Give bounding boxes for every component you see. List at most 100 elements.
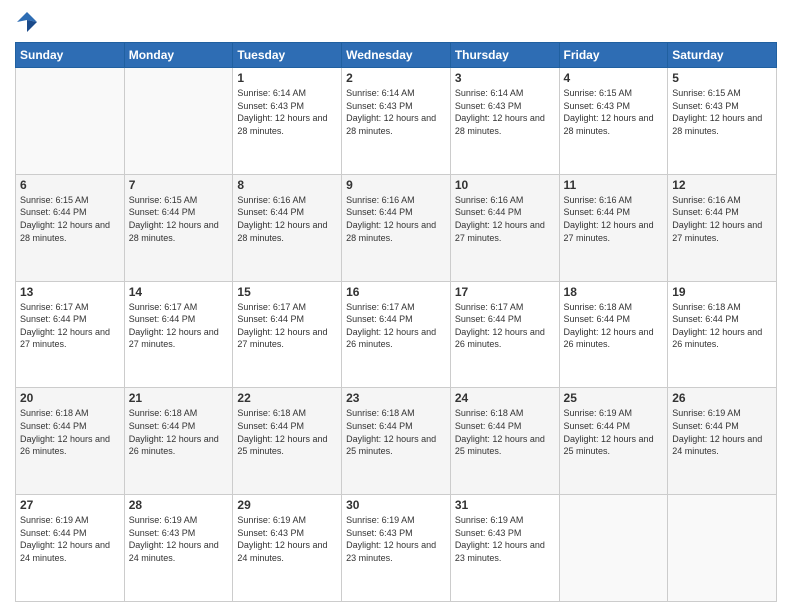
day-info: Sunrise: 6:18 AM Sunset: 6:44 PM Dayligh…: [237, 407, 337, 457]
week-row-4: 20 Sunrise: 6:18 AM Sunset: 6:44 PM Dayli…: [16, 388, 777, 495]
day-number: 3: [455, 71, 555, 85]
day-number: 25: [564, 391, 664, 405]
page: SundayMondayTuesdayWednesdayThursdayFrid…: [0, 0, 792, 612]
day-number: 10: [455, 178, 555, 192]
day-number: 24: [455, 391, 555, 405]
calendar-cell: [124, 68, 233, 175]
day-info: Sunrise: 6:19 AM Sunset: 6:44 PM Dayligh…: [564, 407, 664, 457]
day-number: 12: [672, 178, 772, 192]
day-number: 1: [237, 71, 337, 85]
weekday-header-monday: Monday: [124, 43, 233, 68]
day-number: 21: [129, 391, 229, 405]
day-info: Sunrise: 6:17 AM Sunset: 6:44 PM Dayligh…: [129, 301, 229, 351]
header: [15, 10, 777, 34]
day-number: 31: [455, 498, 555, 512]
calendar-cell: [668, 495, 777, 602]
calendar-table: SundayMondayTuesdayWednesdayThursdayFrid…: [15, 42, 777, 602]
day-info: Sunrise: 6:15 AM Sunset: 6:43 PM Dayligh…: [564, 87, 664, 137]
week-row-2: 6Sunrise: 6:15 AM Sunset: 6:44 PM Daylig…: [16, 174, 777, 281]
calendar-cell: 31 Sunrise: 6:19 AM Sunset: 6:43 PM Dayli…: [450, 495, 559, 602]
calendar-cell: 28 Sunrise: 6:19 AM Sunset: 6:43 PM Dayli…: [124, 495, 233, 602]
calendar-cell: 14 Sunrise: 6:17 AM Sunset: 6:44 PM Dayli…: [124, 281, 233, 388]
weekday-header-tuesday: Tuesday: [233, 43, 342, 68]
day-info: Sunrise: 6:18 AM Sunset: 6:44 PM Dayligh…: [346, 407, 446, 457]
day-info: Sunrise: 6:19 AM Sunset: 6:43 PM Dayligh…: [455, 514, 555, 564]
day-info: Sunrise: 6:16 AM Sunset: 6:44 PM Dayligh…: [672, 194, 772, 244]
day-number: 28: [129, 498, 229, 512]
day-number: 22: [237, 391, 337, 405]
day-info: Sunrise: 6:16 AM Sunset: 6:44 PM Dayligh…: [455, 194, 555, 244]
day-info: Sunrise: 6:16 AM Sunset: 6:44 PM Dayligh…: [237, 194, 337, 244]
calendar-cell: 19 Sunrise: 6:18 AM Sunset: 6:44 PM Dayli…: [668, 281, 777, 388]
calendar-cell: 12 Sunrise: 6:16 AM Sunset: 6:44 PM Dayli…: [668, 174, 777, 281]
day-info: Sunrise: 6:18 AM Sunset: 6:44 PM Dayligh…: [129, 407, 229, 457]
day-info: Sunrise: 6:19 AM Sunset: 6:43 PM Dayligh…: [346, 514, 446, 564]
day-info: Sunrise: 6:18 AM Sunset: 6:44 PM Dayligh…: [672, 301, 772, 351]
day-number: 6: [20, 178, 120, 192]
weekday-header-thursday: Thursday: [450, 43, 559, 68]
calendar-cell: 8 Sunrise: 6:16 AM Sunset: 6:44 PM Daylig…: [233, 174, 342, 281]
day-info: Sunrise: 6:18 AM Sunset: 6:44 PM Dayligh…: [455, 407, 555, 457]
day-number: 23: [346, 391, 446, 405]
calendar-cell: 29 Sunrise: 6:19 AM Sunset: 6:43 PM Dayli…: [233, 495, 342, 602]
calendar-cell: 22 Sunrise: 6:18 AM Sunset: 6:44 PM Dayli…: [233, 388, 342, 495]
calendar-cell: 11 Sunrise: 6:16 AM Sunset: 6:44 PM Dayli…: [559, 174, 668, 281]
day-number: 8: [237, 178, 337, 192]
day-info: Sunrise: 6:17 AM Sunset: 6:44 PM Dayligh…: [20, 301, 120, 351]
day-info: Sunrise: 6:17 AM Sunset: 6:44 PM Dayligh…: [346, 301, 446, 351]
day-info: Sunrise: 6:18 AM Sunset: 6:44 PM Dayligh…: [564, 301, 664, 351]
calendar-cell: 13Sunrise: 6:17 AM Sunset: 6:44 PM Dayli…: [16, 281, 125, 388]
day-number: 18: [564, 285, 664, 299]
day-number: 15: [237, 285, 337, 299]
logo: [15, 10, 43, 34]
calendar-cell: 21 Sunrise: 6:18 AM Sunset: 6:44 PM Dayli…: [124, 388, 233, 495]
day-number: 19: [672, 285, 772, 299]
day-info: Sunrise: 6:17 AM Sunset: 6:44 PM Dayligh…: [455, 301, 555, 351]
day-number: 5: [672, 71, 772, 85]
day-info: Sunrise: 6:19 AM Sunset: 6:43 PM Dayligh…: [237, 514, 337, 564]
day-number: 9: [346, 178, 446, 192]
calendar-cell: 20 Sunrise: 6:18 AM Sunset: 6:44 PM Dayli…: [16, 388, 125, 495]
calendar-cell: 24 Sunrise: 6:18 AM Sunset: 6:44 PM Dayli…: [450, 388, 559, 495]
day-info: Sunrise: 6:14 AM Sunset: 6:43 PM Dayligh…: [237, 87, 337, 137]
week-row-5: 27 Sunrise: 6:19 AM Sunset: 6:44 PM Dayli…: [16, 495, 777, 602]
calendar-cell: 17 Sunrise: 6:17 AM Sunset: 6:44 PM Dayli…: [450, 281, 559, 388]
calendar-cell: 4Sunrise: 6:15 AM Sunset: 6:43 PM Daylig…: [559, 68, 668, 175]
calendar-cell: 27 Sunrise: 6:19 AM Sunset: 6:44 PM Dayli…: [16, 495, 125, 602]
calendar-cell: 10 Sunrise: 6:16 AM Sunset: 6:44 PM Dayli…: [450, 174, 559, 281]
calendar-cell: 25 Sunrise: 6:19 AM Sunset: 6:44 PM Dayli…: [559, 388, 668, 495]
day-info: Sunrise: 6:14 AM Sunset: 6:43 PM Dayligh…: [455, 87, 555, 137]
day-info: Sunrise: 6:19 AM Sunset: 6:44 PM Dayligh…: [20, 514, 120, 564]
day-info: Sunrise: 6:18 AM Sunset: 6:44 PM Dayligh…: [20, 407, 120, 457]
day-number: 11: [564, 178, 664, 192]
day-number: 30: [346, 498, 446, 512]
calendar-cell: 9Sunrise: 6:16 AM Sunset: 6:44 PM Daylig…: [342, 174, 451, 281]
day-number: 7: [129, 178, 229, 192]
week-row-3: 13Sunrise: 6:17 AM Sunset: 6:44 PM Dayli…: [16, 281, 777, 388]
day-number: 20: [20, 391, 120, 405]
calendar-cell: 30 Sunrise: 6:19 AM Sunset: 6:43 PM Dayli…: [342, 495, 451, 602]
weekday-header-friday: Friday: [559, 43, 668, 68]
day-number: 27: [20, 498, 120, 512]
day-info: Sunrise: 6:17 AM Sunset: 6:44 PM Dayligh…: [237, 301, 337, 351]
calendar-cell: 6Sunrise: 6:15 AM Sunset: 6:44 PM Daylig…: [16, 174, 125, 281]
weekday-header-wednesday: Wednesday: [342, 43, 451, 68]
logo-icon: [15, 10, 39, 34]
day-info: Sunrise: 6:14 AM Sunset: 6:43 PM Dayligh…: [346, 87, 446, 137]
day-info: Sunrise: 6:19 AM Sunset: 6:43 PM Dayligh…: [129, 514, 229, 564]
calendar-cell: 15 Sunrise: 6:17 AM Sunset: 6:44 PM Dayli…: [233, 281, 342, 388]
day-number: 17: [455, 285, 555, 299]
calendar-cell: [559, 495, 668, 602]
day-info: Sunrise: 6:15 AM Sunset: 6:43 PM Dayligh…: [672, 87, 772, 137]
calendar-cell: 23 Sunrise: 6:18 AM Sunset: 6:44 PM Dayli…: [342, 388, 451, 495]
calendar-cell: 16Sunrise: 6:17 AM Sunset: 6:44 PM Dayli…: [342, 281, 451, 388]
day-number: 14: [129, 285, 229, 299]
day-info: Sunrise: 6:16 AM Sunset: 6:44 PM Dayligh…: [564, 194, 664, 244]
calendar-cell: 18 Sunrise: 6:18 AM Sunset: 6:44 PM Dayli…: [559, 281, 668, 388]
calendar-cell: 1 Sunrise: 6:14 AM Sunset: 6:43 PM Daylig…: [233, 68, 342, 175]
calendar-cell: 5 Sunrise: 6:15 AM Sunset: 6:43 PM Daylig…: [668, 68, 777, 175]
week-row-1: 1 Sunrise: 6:14 AM Sunset: 6:43 PM Daylig…: [16, 68, 777, 175]
day-number: 26: [672, 391, 772, 405]
day-number: 29: [237, 498, 337, 512]
day-number: 2: [346, 71, 446, 85]
